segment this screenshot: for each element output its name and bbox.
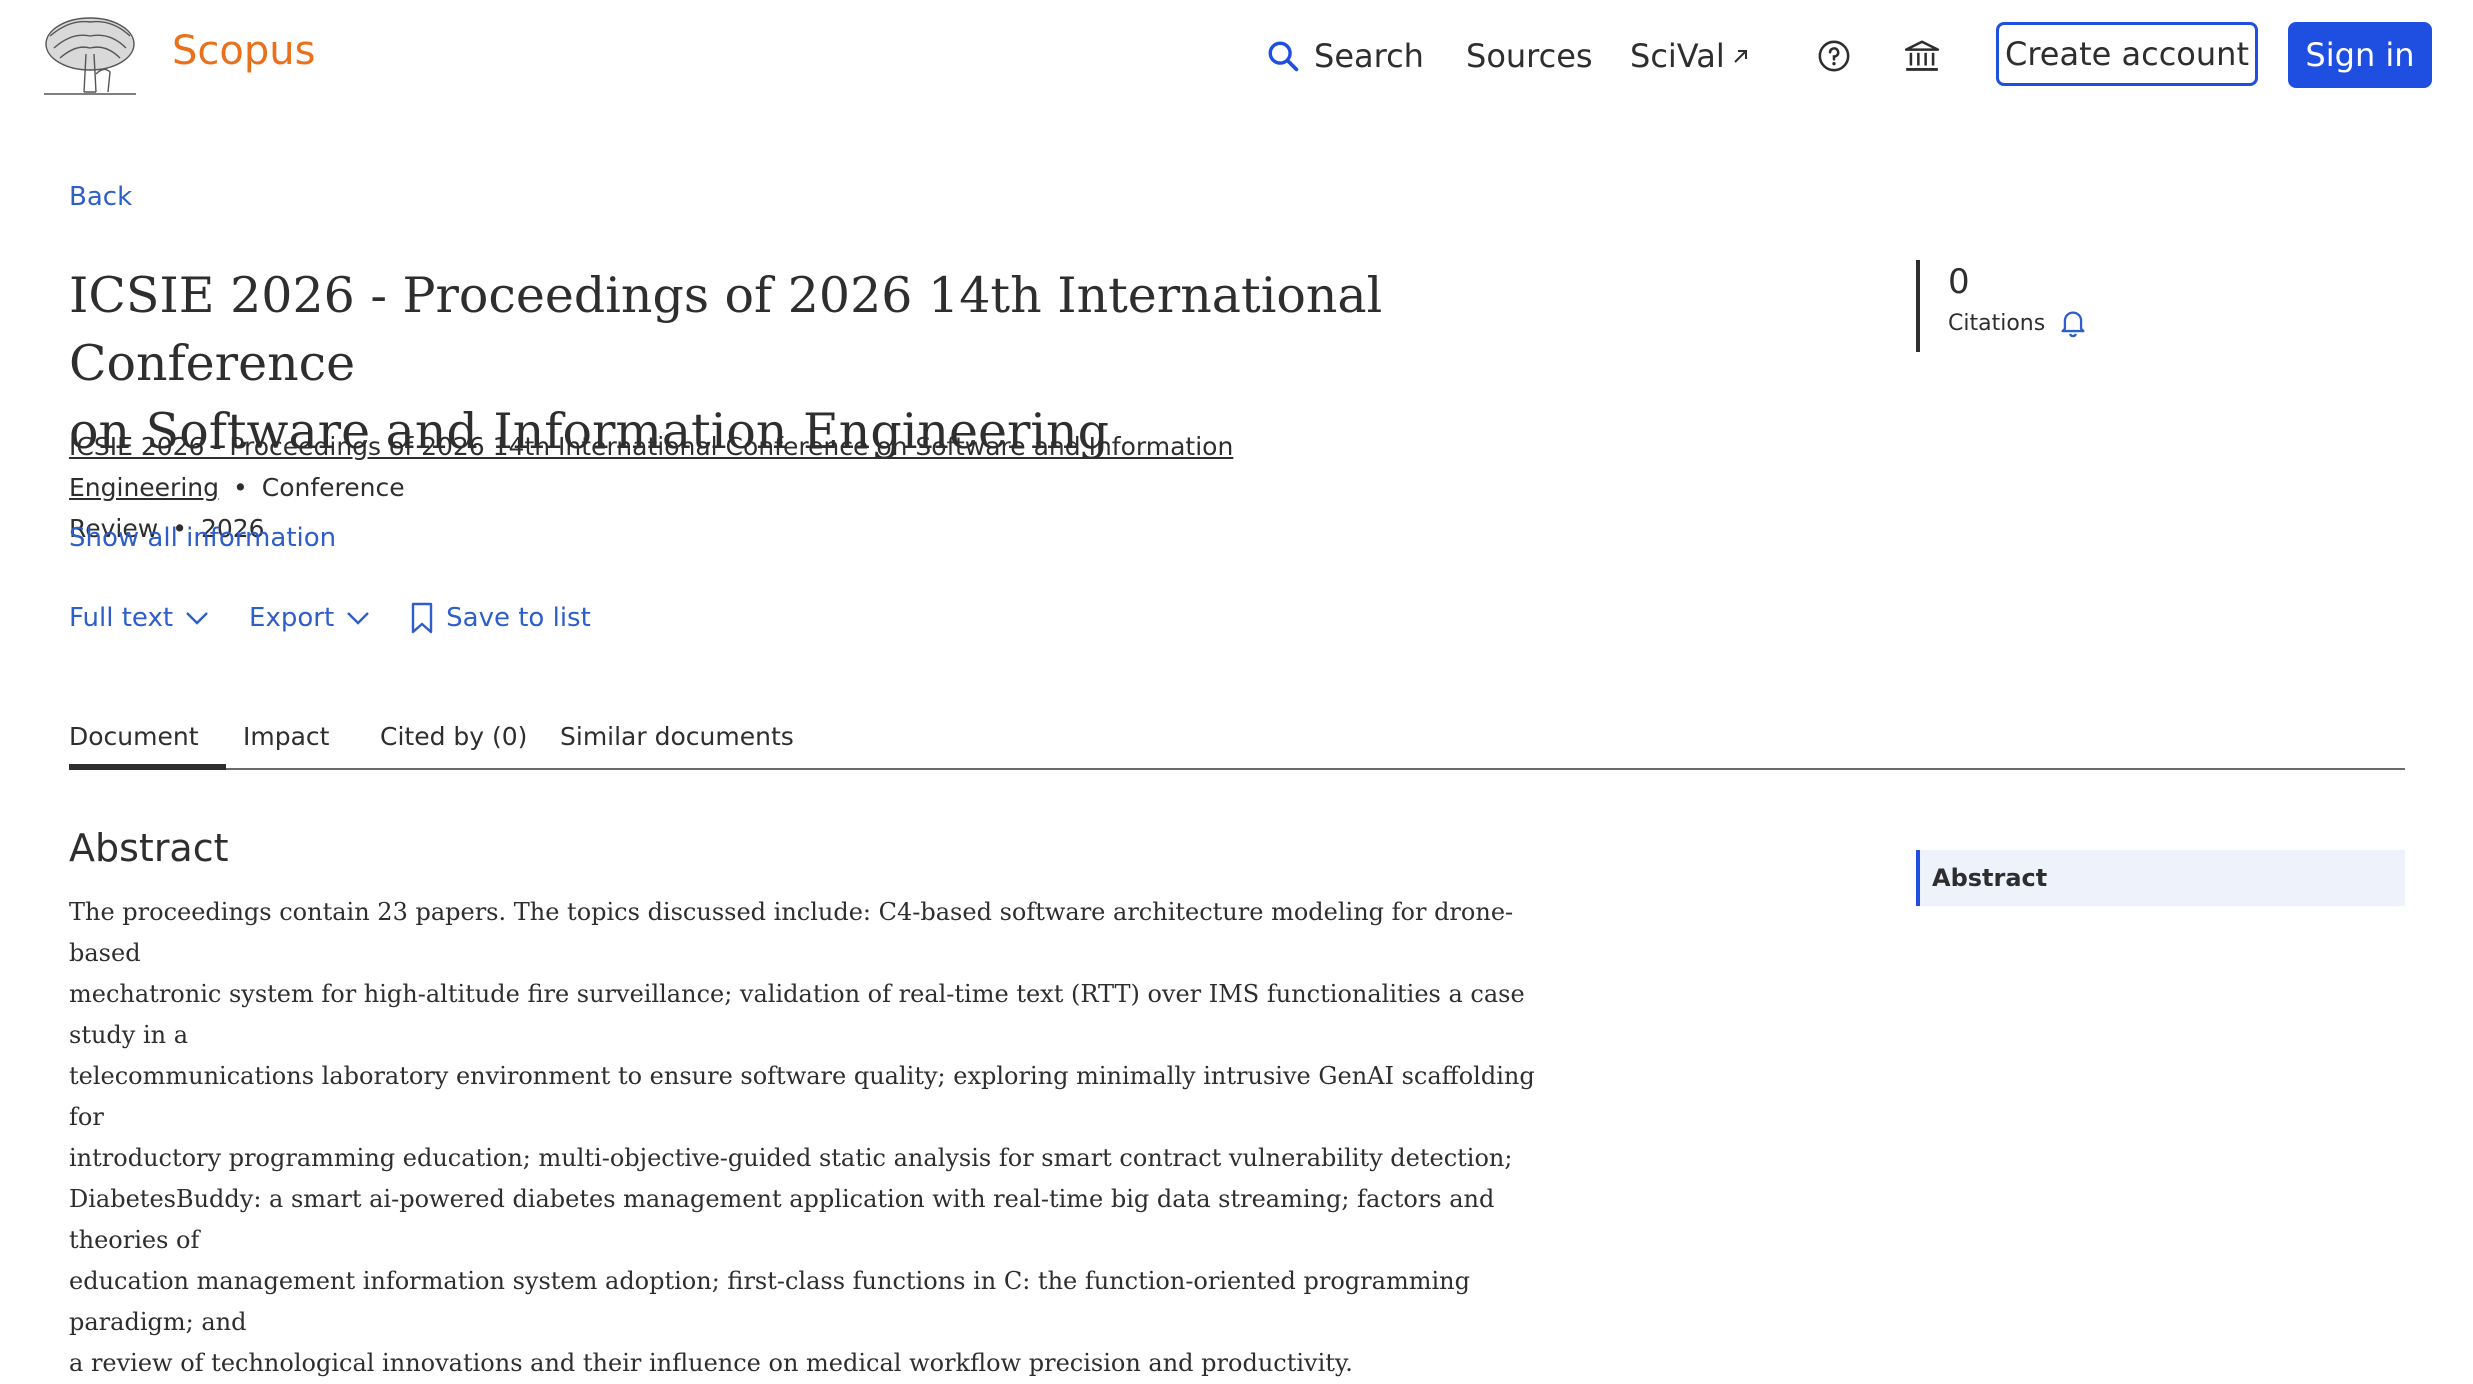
citations-label: Citations	[1948, 310, 2046, 336]
external-link-icon	[1733, 50, 1747, 63]
abstract-line: DiabetesBuddy: a smart ai-powered diabet…	[69, 1185, 1495, 1254]
save-to-list-button[interactable]: Save to list	[410, 602, 591, 634]
sign-in-button[interactable]: Sign in	[2288, 22, 2432, 88]
help-icon[interactable]	[1812, 34, 1856, 78]
search-icon	[1268, 41, 1299, 72]
document-tabs: Document Impact Cited by (0) Similar doc…	[69, 722, 2405, 770]
abstract-line: The proceedings contain 23 papers. The t…	[69, 898, 1514, 967]
citations-row: Citations	[1948, 308, 2087, 338]
document-type: Conference	[261, 473, 405, 502]
citations-panel: 0 Citations	[1916, 260, 2087, 352]
export-label: Export	[249, 603, 335, 633]
bell-icon[interactable]	[2059, 308, 2087, 338]
citations-count: 0	[1948, 262, 1970, 302]
show-all-information-link[interactable]: Show all information	[69, 523, 336, 553]
full-text-label: Full text	[69, 603, 174, 633]
nav-scival[interactable]: SciVal	[1630, 36, 1751, 76]
toc-item-abstract[interactable]: Abstract	[1916, 850, 2405, 906]
export-dropdown[interactable]: Export	[249, 603, 370, 633]
abstract-line: telecommunications laboratory environmen…	[69, 1062, 1535, 1131]
tab-document[interactable]: Document	[69, 722, 225, 770]
document-title-line-1: ICSIE 2026 - Proceedings of 2026 14th In…	[69, 267, 1383, 392]
scopus-brand[interactable]: Scopus	[172, 28, 315, 74]
elsevier-tree-logo[interactable]	[40, 14, 140, 100]
tab-cited-by[interactable]: Cited by (0)	[380, 722, 527, 766]
nav-sources[interactable]: Sources	[1466, 36, 1593, 76]
back-link[interactable]: Back	[69, 182, 132, 212]
institution-icon[interactable]	[1900, 34, 1944, 78]
chevron-down-icon	[186, 612, 208, 625]
nav-scival-label: SciVal	[1630, 37, 1725, 75]
document-actions: Full text Export Save to list	[69, 602, 631, 634]
full-text-dropdown[interactable]: Full text	[69, 603, 209, 633]
chevron-down-icon	[347, 612, 370, 625]
save-to-list-label: Save to list	[446, 603, 591, 633]
abstract-text: The proceedings contain 23 papers. The t…	[69, 892, 1539, 1384]
abstract-line: introductory programming education; mult…	[69, 1144, 1513, 1172]
abstract-line: mechatronic system for high-altitude fir…	[69, 980, 1525, 1049]
nav-search[interactable]: Search	[1266, 36, 1424, 76]
bookmark-icon	[411, 602, 433, 634]
nav-search-label: Search	[1314, 37, 1424, 75]
separator-dot: •	[233, 473, 248, 502]
create-account-button[interactable]: Create account	[1996, 22, 2258, 86]
tab-similar-documents[interactable]: Similar documents	[560, 722, 794, 766]
abstract-line: education management information system …	[69, 1267, 1470, 1336]
abstract-heading: Abstract	[69, 826, 229, 870]
tab-impact[interactable]: Impact	[243, 722, 329, 766]
abstract-line: a review of technological innovations an…	[69, 1349, 1353, 1377]
